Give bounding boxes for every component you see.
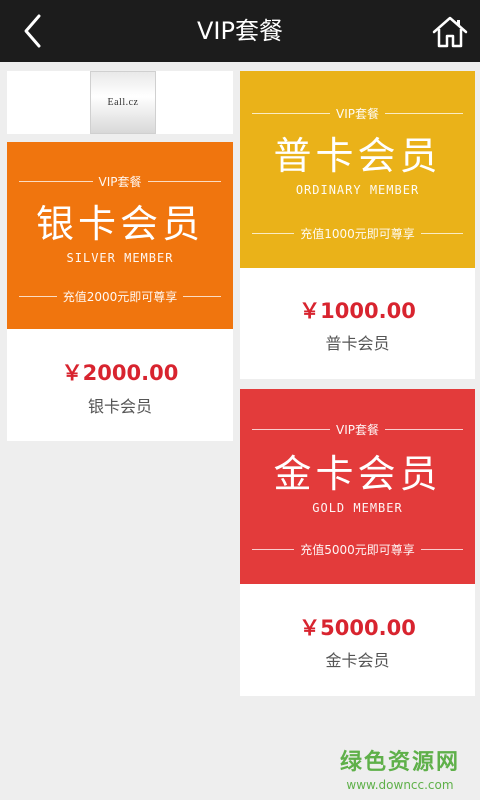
gold-member-card[interactable]: VIP套餐 金卡会员 GOLD MEMBER 充值5000元即可尊享 ￥5000… [240, 389, 475, 696]
card-subtitle: ORDINARY MEMBER [295, 183, 420, 197]
card-title: 普卡会员 [273, 134, 442, 178]
page-title: VIP套餐 [197, 17, 283, 45]
card-name: 金卡会员 [325, 651, 390, 670]
ordinary-member-banner: VIP套餐 普卡会员 ORDINARY MEMBER 充值1000元即可尊享 [240, 71, 475, 268]
card-title: 金卡会员 [273, 452, 442, 496]
card-name: 银卡会员 [87, 397, 152, 416]
brand-logo-text: Eall.cz [107, 97, 139, 108]
silver-member-card[interactable]: VIP套餐 银卡会员 SILVER MEMBER 充值2000元即可尊享 ￥20… [7, 142, 233, 441]
vip-tag: VIP套餐 [252, 105, 463, 122]
home-button[interactable] [430, 12, 470, 52]
card-condition: 充值5000元即可尊享 [252, 541, 463, 558]
watermark-url: www.downcc.com [346, 778, 454, 792]
site-watermark: 绿色资源网 www.downcc.com [340, 744, 460, 792]
card-condition: 充值1000元即可尊享 [252, 225, 463, 242]
gold-member-banner: VIP套餐 金卡会员 GOLD MEMBER 充值5000元即可尊享 [240, 389, 475, 584]
brand-logo: Eall.cz [90, 71, 156, 134]
card-subtitle: GOLD MEMBER [312, 501, 403, 515]
vip-tag: VIP套餐 [19, 173, 221, 190]
brand-logo-card: Eall.cz [7, 71, 233, 134]
card-price: ￥5000.00 [299, 616, 416, 640]
top-bar: VIP套餐 [0, 0, 480, 62]
card-price: ￥2000.00 [61, 361, 179, 385]
card-subtitle: SILVER MEMBER [66, 251, 174, 265]
watermark-title: 绿色资源网 [339, 750, 460, 775]
vip-tag: VIP套餐 [252, 421, 463, 438]
silver-member-banner: VIP套餐 银卡会员 SILVER MEMBER 充值2000元即可尊享 [7, 142, 233, 329]
card-price: ￥1000.00 [299, 299, 416, 323]
card-name: 普卡会员 [325, 334, 390, 353]
card-title: 银卡会员 [35, 202, 204, 246]
ordinary-member-card[interactable]: VIP套餐 普卡会员 ORDINARY MEMBER 充值1000元即可尊享 ￥… [240, 71, 475, 379]
home-icon [432, 16, 468, 48]
card-condition: 充值2000元即可尊享 [19, 288, 221, 305]
